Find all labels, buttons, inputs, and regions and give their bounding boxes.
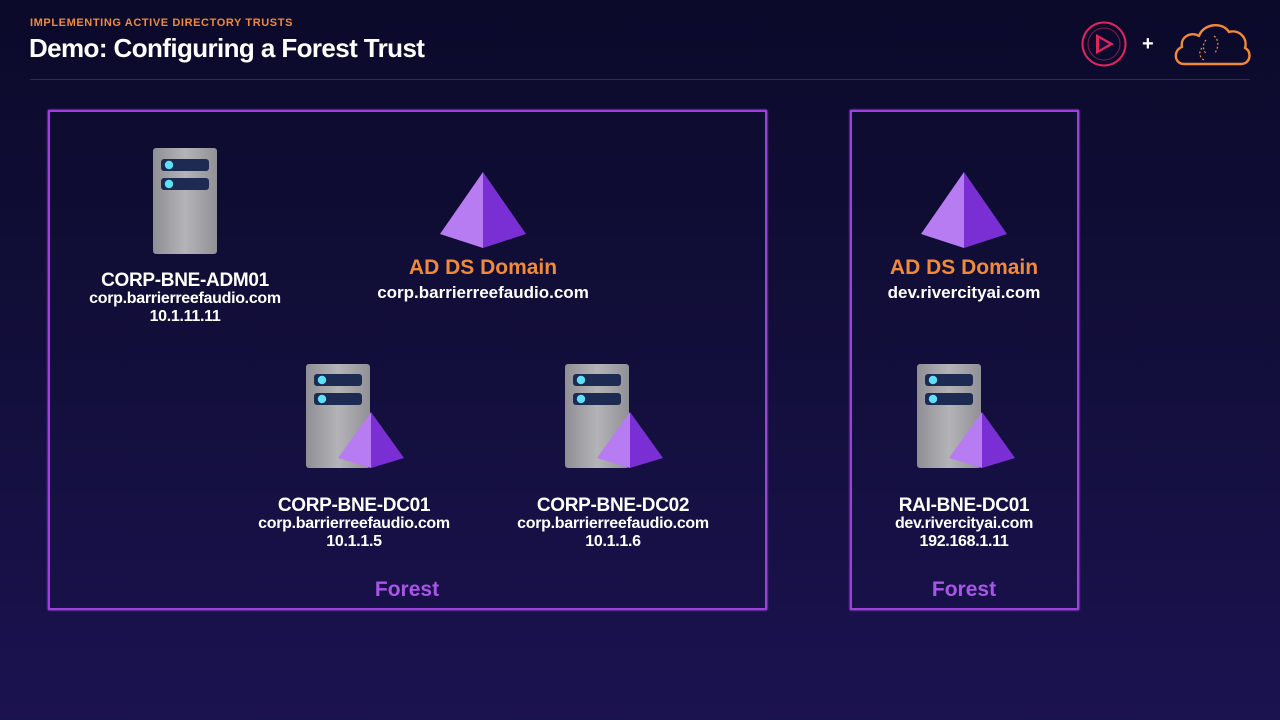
server-name: CORP-BNE-ADM01 xyxy=(101,270,269,291)
cloud-logo-icon xyxy=(1174,24,1251,66)
domain-controller-icon xyxy=(306,364,404,468)
ad-domain-icon xyxy=(921,172,1007,248)
server-domain: corp.barrierreefaudio.com xyxy=(258,515,450,532)
ad-domain-icon xyxy=(440,172,526,248)
server-ip: 10.1.11.11 xyxy=(149,308,221,325)
header-divider xyxy=(30,79,1250,80)
server-label-adm01: CORP-BNE-ADM01 corp.barrierreefaudio.com… xyxy=(45,270,325,326)
server-name: CORP-BNE-DC02 xyxy=(536,495,690,516)
server-ip: 192.168.1.11 xyxy=(919,533,1009,550)
forest-label: Forest xyxy=(374,578,440,601)
domain-title: AD DS Domain xyxy=(408,256,558,279)
server-icon xyxy=(153,148,217,254)
play-logo-icon xyxy=(1081,21,1127,67)
plus-sign: + xyxy=(1142,33,1154,55)
section-kicker: IMPLEMENTING ACTIVE DIRECTORY TRUSTS xyxy=(30,17,294,29)
domain-controller-icon xyxy=(565,364,663,468)
server-domain: corp.barrierreefaudio.com xyxy=(517,515,709,532)
domain-controller-icon xyxy=(917,364,1015,468)
server-label-dc01: CORP-BNE-DC01 corp.barrierreefaudio.com … xyxy=(214,495,494,551)
domain-title: AD DS Domain xyxy=(889,256,1039,279)
server-domain: dev.rivercityai.com xyxy=(894,515,1034,532)
server-ip: 10.1.1.6 xyxy=(585,533,641,550)
domain-name: corp.barrierreefaudio.com xyxy=(377,283,589,302)
server-name: RAI-BNE-DC01 xyxy=(898,495,1030,516)
page-title: Demo: Configuring a Forest Trust xyxy=(29,33,425,63)
server-ip: 10.1.1.5 xyxy=(326,533,382,550)
domain-name: dev.rivercityai.com xyxy=(887,283,1041,302)
server-label-dc02: CORP-BNE-DC02 corp.barrierreefaudio.com … xyxy=(473,495,753,551)
server-domain: corp.barrierreefaudio.com xyxy=(89,290,281,307)
server-name: CORP-BNE-DC01 xyxy=(277,495,431,516)
server-label-rai-dc01: RAI-BNE-DC01 dev.rivercityai.com 192.168… xyxy=(824,495,1104,551)
forest-label: Forest xyxy=(931,578,997,601)
